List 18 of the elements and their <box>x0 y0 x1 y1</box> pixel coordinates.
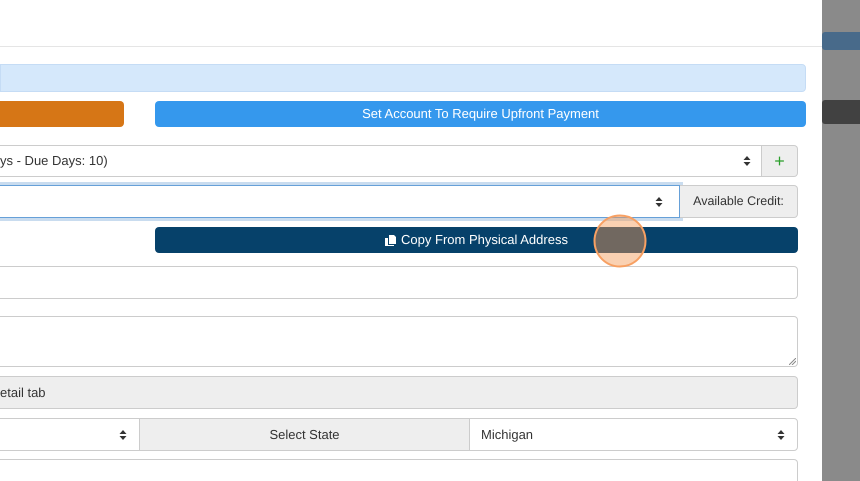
terms-select[interactable]: ys - Due Days: 10) <box>0 145 762 177</box>
state-select[interactable]: Michigan <box>469 418 798 451</box>
text-area[interactable] <box>0 316 798 367</box>
select-caret-icon <box>119 428 127 440</box>
resize-handle-icon <box>789 358 796 365</box>
select-caret-icon <box>743 155 751 167</box>
warning-button[interactable] <box>0 101 124 127</box>
select-state-label: Select State <box>140 418 469 451</box>
text-input[interactable] <box>0 266 798 299</box>
select-caret-icon <box>777 428 785 440</box>
city-select[interactable] <box>0 418 140 451</box>
copy-icon <box>385 234 398 246</box>
copy-address-button[interactable]: Copy From Physical Address <box>155 227 798 253</box>
credit-select[interactable] <box>0 185 680 218</box>
click-marker-icon <box>593 214 647 268</box>
select-caret-icon <box>655 196 663 208</box>
available-credit-label: Available Credit: <box>680 185 798 218</box>
readonly-field: etail tab <box>0 376 798 409</box>
